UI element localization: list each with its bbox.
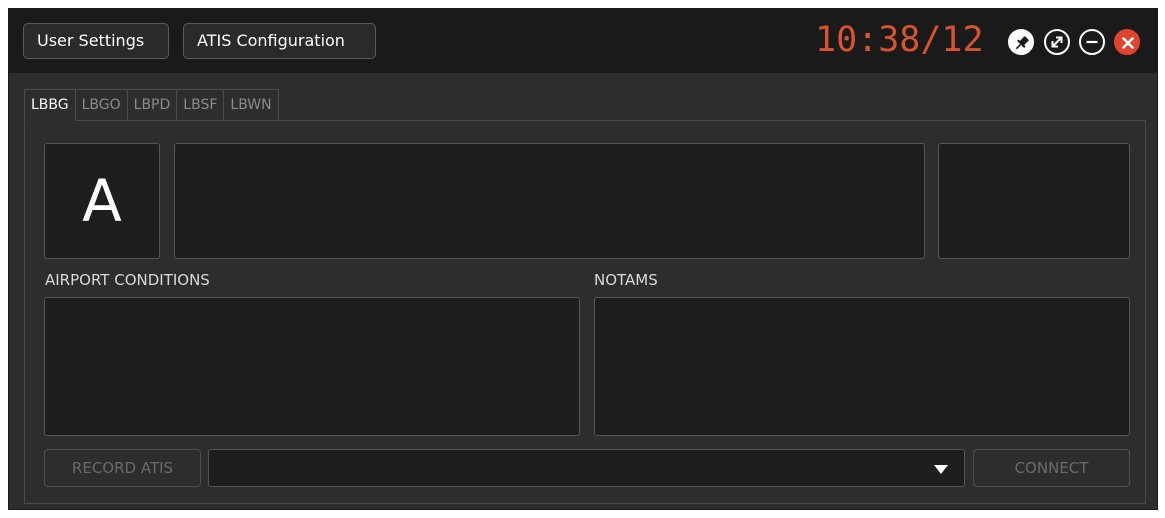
connect-button[interactable]: CONNECT (973, 449, 1130, 487)
user-settings-button[interactable]: User Settings (23, 23, 169, 59)
wind-display (938, 143, 1130, 259)
metar-display (174, 143, 925, 259)
airport-tabs: LBBG LBGO LBPD LBSF LBWN (24, 89, 279, 121)
notams-field[interactable] (594, 297, 1130, 436)
clock-display: 10:38/12 (815, 20, 984, 60)
tab-lbgo[interactable]: LBGO (75, 89, 128, 121)
tab-lbsf[interactable]: LBSF (177, 89, 225, 121)
close-icon[interactable] (1114, 29, 1140, 55)
chevron-down-icon (934, 465, 948, 474)
notams-label: NOTAMS (594, 271, 658, 289)
pin-icon[interactable] (1008, 29, 1034, 55)
voice-select[interactable] (208, 449, 965, 487)
expand-icon[interactable] (1044, 29, 1070, 55)
atis-letter-box: A (44, 143, 160, 259)
airport-conditions-label: AIRPORT CONDITIONS (45, 271, 210, 289)
atis-window: User Settings ATIS Configuration 10:38/1… (8, 8, 1158, 510)
atis-configuration-button[interactable]: ATIS Configuration (183, 23, 376, 59)
record-atis-button[interactable]: RECORD ATIS (44, 449, 201, 487)
tab-lbbg[interactable]: LBBG (24, 89, 76, 121)
tab-lbwn[interactable]: LBWN (224, 89, 279, 121)
title-bar[interactable]: User Settings ATIS Configuration 10:38/1… (9, 9, 1157, 73)
airport-panel: A AIRPORT CONDITIONS NOTAMS RECORD ATIS … (24, 120, 1146, 504)
airport-conditions-field[interactable] (44, 297, 580, 436)
atis-letter: A (82, 167, 122, 235)
minimize-icon[interactable] (1079, 29, 1105, 55)
tab-lbpd[interactable]: LBPD (127, 89, 178, 121)
